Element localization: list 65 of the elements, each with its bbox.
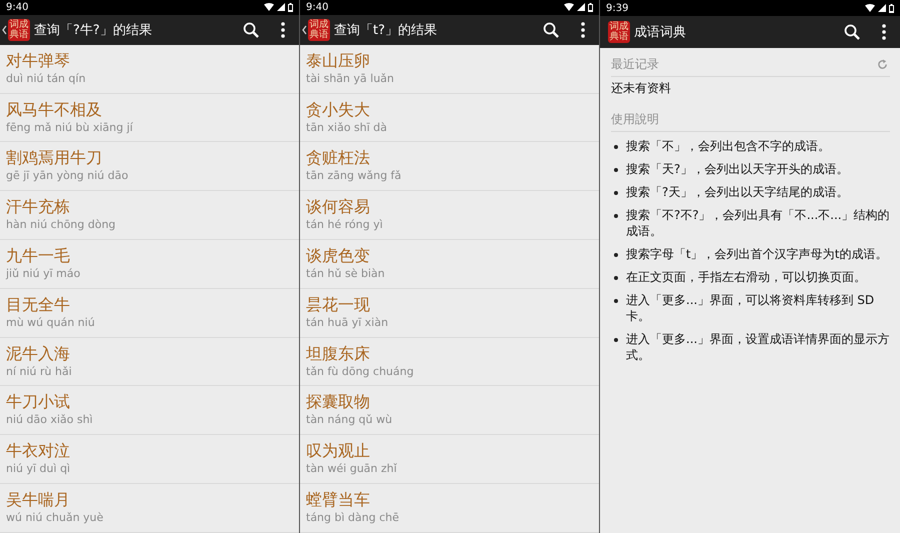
idiom-list-item[interactable]: 九牛一毛 jiǔ niú yī máo [0,240,299,289]
screen-title: 成语词典 [634,24,686,41]
idiom-list-item[interactable]: 目无全牛 mù wú quán niú [0,288,299,338]
idiom-list-item[interactable]: 泰山压卵 tài shān yā luǎn [300,44,599,94]
idiom-list-item[interactable]: 牛衣对泣 niú yī duì qì [0,435,299,484]
wifi-icon [865,4,875,12]
signal-icon [277,3,285,12]
idiom-list-item[interactable]: 谈虎色变 tán hǔ sè biàn [300,240,599,289]
help-tip: 进入「更多...」界面，设置成语详情界面的显示方式。 [626,331,890,363]
idiom-list-item[interactable]: 螳臂当车 táng bì dàng chē [300,484,599,533]
bullet-icon [614,253,618,257]
help-tip: 搜索「?天」，会列出以天字结尾的成语。 [626,184,848,200]
help-tip: 搜索「天?」，会列出以天字开头的成语。 [626,161,848,177]
wifi-icon [564,3,574,12]
battery-icon [288,2,293,12]
help-tip: 进入「更多...」界面，可以将资料库转移到 SD 卡。 [626,292,876,324]
idiom-list-item[interactable]: 贪赃枉法 tān zāng wǎng fǎ [300,142,599,192]
status-bar: 9:40 [300,0,599,15]
idiom-list-item[interactable]: 对牛弹琴 duì niú tán qín [0,44,299,94]
screen-title: 查询「t?」的结果 [334,22,437,39]
bullet-icon [614,214,618,218]
idiom-list-item[interactable]: 坦腹东床 tǎn fù dōng chuáng [300,338,599,386]
help-tip: 搜索字母「t」，会列出首个汉字声母为t的成语。 [626,246,888,262]
search-icon[interactable] [844,24,860,40]
battery-icon [889,4,894,12]
idiom-list-item[interactable]: 汗牛充栋 hàn niú chōng dòng [0,191,299,240]
bullet-icon [614,145,618,149]
status-bar: 9:39 [600,0,900,16]
app-logo: 词成 典语 [8,18,30,41]
idiom-list-item[interactable]: 谈何容易 tán hé róng yì [300,191,599,240]
bullet-icon [614,338,618,342]
battery-icon [588,2,593,12]
idiom-list-item[interactable]: 牛刀小试 niú dāo xiǎo shì [0,386,299,436]
bullet-icon [614,276,618,280]
help-tip: 搜索「不?不?」，会列出具有「不...不...」结构的成语。 [626,207,890,239]
search-icon[interactable] [243,22,259,38]
wifi-icon [264,3,274,12]
idiom-list-item[interactable]: 贪小失大 tān xiǎo shī dà [300,94,599,142]
idiom-list-item[interactable]: 泥牛入海 ní niú rù hǎi [0,338,299,386]
idiom-list-item[interactable]: 探囊取物 tàn náng qǔ wù [300,386,599,436]
overflow-menu-icon[interactable] [882,24,886,40]
back-chevron-icon[interactable] [302,24,307,35]
help-tip: 搜索「不」，会列出包含不字的成语。 [626,138,830,154]
bullet-icon [614,168,618,172]
back-chevron-icon[interactable] [2,24,7,35]
idiom-list-item[interactable]: 吴牛喘月 wú niú chuǎn yuè [0,484,299,533]
status-bar: 9:40 [0,0,299,15]
app-logo: 词成 典语 [308,18,330,41]
idiom-list-item[interactable]: 叹为观止 tàn wéi guān zhǐ [300,435,599,484]
empty-message: 还未有资料 [611,80,671,97]
help-tip: 在正文页面，手指左右滑动，可以切换页面。 [626,269,866,285]
overflow-menu-icon[interactable] [281,22,285,38]
bullet-icon [614,299,618,303]
idiom-list-item[interactable]: 割鸡焉用牛刀 gē jī yān yòng niú dāo [0,142,299,192]
search-icon[interactable] [543,22,559,38]
overflow-menu-icon[interactable] [581,22,585,38]
bullet-icon [614,191,618,195]
signal-icon [577,3,585,12]
signal-icon [878,4,886,12]
section-heading: 最近记录 [611,56,659,73]
section-heading: 使用說明 [611,111,659,128]
app-logo: 词成 典语 [608,21,630,43]
screen-title: 查询「?牛?」的结果 [34,22,152,39]
idiom-list-item[interactable]: 昙花一现 tán huā yī xiàn [300,288,599,338]
idiom-list-item[interactable]: 风马牛不相及 fēng mǎ niú bù xiāng jí [0,94,299,142]
